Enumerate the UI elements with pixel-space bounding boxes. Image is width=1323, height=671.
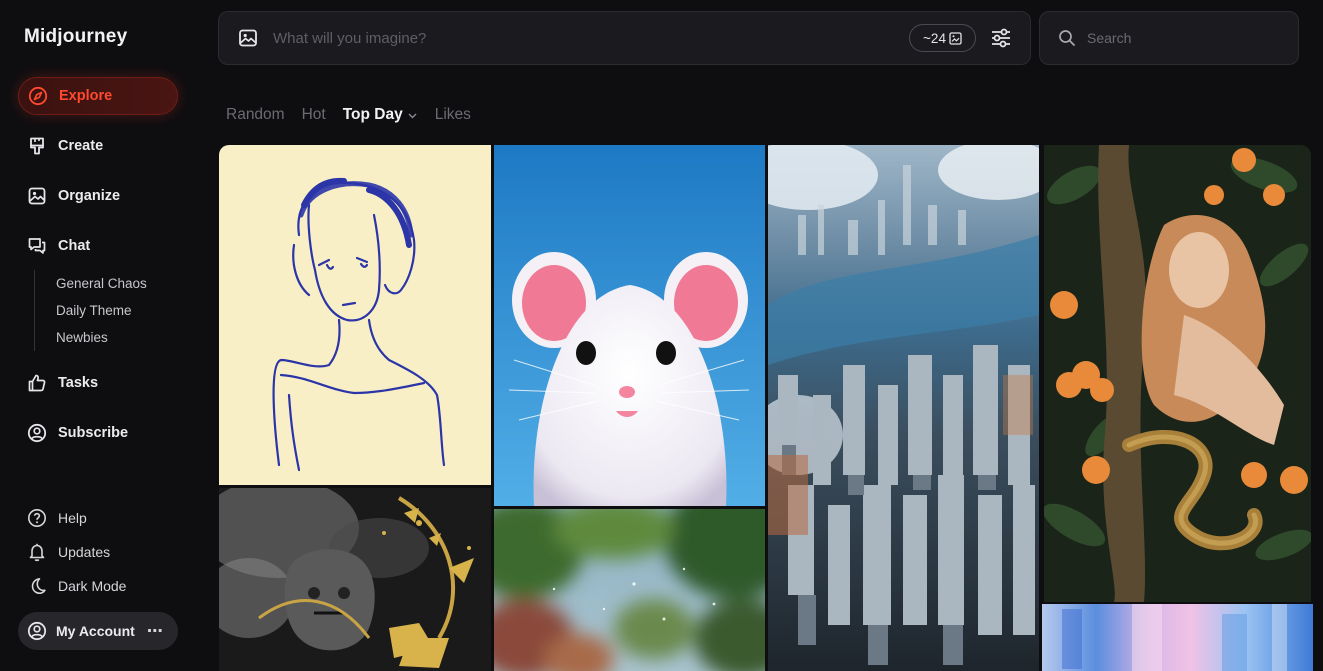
gallery-image-blurred-forest[interactable]: [494, 509, 765, 671]
tab-top-day[interactable]: Top Day: [343, 106, 418, 124]
credits-value: ~24: [923, 30, 946, 46]
feed-tabs: Random Hot Top Day Likes: [226, 106, 488, 124]
brush-icon: [26, 135, 48, 157]
nav-chat-label: Chat: [58, 238, 91, 254]
nav-tasks-label: Tasks: [58, 375, 99, 391]
gallery-image-monkey-warrior[interactable]: [219, 488, 491, 671]
tab-top-day-label: Top Day: [342, 106, 403, 123]
prompt-bar: ~24: [218, 11, 1031, 65]
gallery-image-sketch-portrait[interactable]: [219, 145, 491, 485]
nav-subscribe-label: Subscribe: [58, 425, 129, 441]
dark-mode-toggle[interactable]: Dark Mode: [26, 573, 126, 599]
chat-channel-list: General Chaos Daily Theme Newbies: [34, 270, 184, 351]
tab-hot[interactable]: Hot: [302, 106, 326, 124]
channel-newbies[interactable]: Newbies: [56, 324, 184, 351]
brand-logo[interactable]: Midjourney: [24, 26, 127, 48]
more-options-icon[interactable]: ⋯: [147, 621, 164, 641]
sidebar: Midjourney Explore Create Organize Chat …: [0, 0, 200, 671]
nav-chat[interactable]: Chat: [18, 227, 178, 265]
channel-daily-theme[interactable]: Daily Theme: [56, 297, 184, 324]
settings-sliders-icon[interactable]: [988, 25, 1014, 51]
help-link[interactable]: Help: [26, 505, 87, 531]
chevron-down-icon: [408, 113, 417, 118]
user-circle-icon: [26, 620, 48, 642]
nav-subscribe[interactable]: Subscribe: [18, 414, 178, 452]
search-box: [1039, 11, 1299, 65]
gallery-image-pastel-abstract[interactable]: [1042, 604, 1313, 671]
gallery-icon: [949, 31, 962, 45]
nav-explore-label: Explore: [59, 88, 113, 104]
channel-general-chaos[interactable]: General Chaos: [56, 270, 184, 297]
user-circle-icon: [26, 422, 48, 444]
tab-likes[interactable]: Likes: [435, 106, 471, 124]
nav-organize-label: Organize: [58, 188, 121, 204]
nav-create[interactable]: Create: [18, 127, 178, 165]
updates-label: Updates: [58, 544, 111, 560]
prompt-input[interactable]: [273, 29, 909, 47]
tab-random[interactable]: Random: [226, 106, 285, 124]
credits-badge[interactable]: ~24: [909, 24, 976, 52]
nav-create-label: Create: [58, 138, 104, 154]
updates-link[interactable]: Updates: [26, 539, 110, 565]
gallery-image-aerial-city[interactable]: [768, 145, 1039, 671]
help-circle-icon: [26, 507, 48, 529]
chat-icon: [26, 235, 48, 257]
help-label: Help: [58, 510, 87, 526]
bell-icon: [26, 541, 48, 563]
dark-mode-label: Dark Mode: [58, 578, 127, 594]
moon-icon: [26, 575, 48, 597]
gallery-image-white-mouse[interactable]: [494, 145, 765, 506]
nav-tasks[interactable]: Tasks: [18, 364, 178, 402]
thumbs-up-icon: [26, 372, 48, 394]
nav-explore[interactable]: Explore: [18, 77, 178, 115]
gallery-image-woman-with-snake[interactable]: [1044, 145, 1311, 602]
my-account-label: My Account: [56, 623, 135, 639]
image-icon: [26, 185, 48, 207]
my-account-button[interactable]: My Account ⋯: [18, 612, 178, 650]
compass-icon: [27, 85, 49, 107]
nav-organize[interactable]: Organize: [18, 177, 178, 215]
image-upload-icon[interactable]: [237, 27, 259, 49]
search-icon: [1057, 28, 1077, 48]
search-input[interactable]: [1087, 30, 1298, 46]
